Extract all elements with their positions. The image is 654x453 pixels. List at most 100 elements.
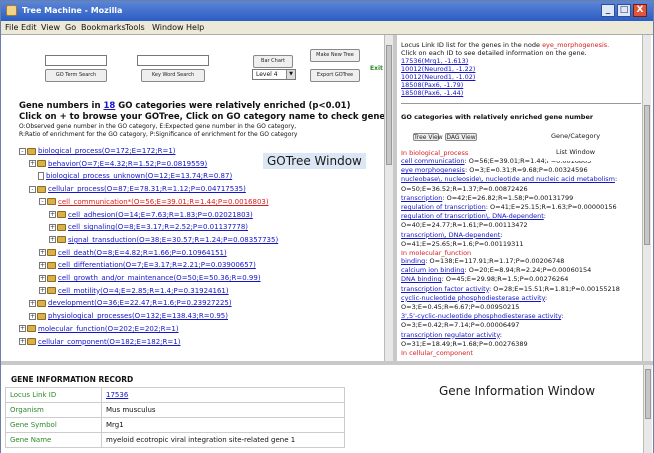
go-category-link[interactable]: cell_growth_and/or_maintenance(O=50;E=50… xyxy=(58,274,261,282)
expand-icon[interactable]: + xyxy=(19,325,26,333)
go-term-input[interactable] xyxy=(45,55,107,66)
menu-tools[interactable]: Tools xyxy=(125,23,145,32)
scrollbar-thumb[interactable] xyxy=(645,369,651,419)
category-link[interactable]: 3',5'-cyclic-nucleotide phosphodiesteras… xyxy=(401,312,561,320)
gene-info-scrollbar[interactable] xyxy=(643,365,652,453)
tree-node[interactable]: + cell_motility(O=4;E=2.85;R=1.4;P=0.3192… xyxy=(39,287,229,296)
menu-go[interactable]: Go xyxy=(65,23,76,32)
expand-icon[interactable]: + xyxy=(29,299,36,307)
tree-node[interactable]: + signal_transduction(O=38;E=30.57;R=1.24… xyxy=(49,236,278,245)
close-button[interactable]: X xyxy=(633,4,647,17)
scrollbar-thumb[interactable] xyxy=(644,105,650,245)
category-count-link[interactable]: 18 xyxy=(103,101,115,111)
tree-node[interactable]: - cellular_process(O=87;E=78.31;R=1.12;P=… xyxy=(29,185,246,194)
expand-icon[interactable]: + xyxy=(39,274,46,282)
bar-chart-button[interactable]: Bar Chart xyxy=(253,55,293,68)
tree-node[interactable]: + cell_death(O=8;E=4.82;R=1.66;P=0.109641… xyxy=(39,249,227,258)
exit-link[interactable]: Exit xyxy=(370,65,383,72)
category-link[interactable]: eye morphogenesis xyxy=(401,166,465,174)
collapse-icon[interactable]: - xyxy=(19,147,26,155)
gotree-scrollbar[interactable] xyxy=(384,35,393,361)
menu-edit[interactable]: Edit xyxy=(21,23,37,32)
go-category-link[interactable]: signal_transduction(O=38;E=30.57;R=1.24;… xyxy=(68,236,278,244)
tree-node[interactable]: - biological_process(O=172;E=172;R=1) xyxy=(19,147,176,156)
category-link[interactable]: nucleobase\, nucleoside\, nucleotide and… xyxy=(401,175,615,183)
category-link[interactable]: regulation of transcription\, DNA-depend… xyxy=(401,212,544,220)
tree-node[interactable]: + cell_adhesion(O=14;E=7.63;R=1.83;P=0.02… xyxy=(49,211,253,220)
expand-icon[interactable]: + xyxy=(29,160,36,168)
go-category-link[interactable]: behavior(O=7;E=4.32;R=1.52;P=0.0819559) xyxy=(48,160,207,168)
go-category-link[interactable]: cellular_process(O=87;E=78.31;R=1.12;P=0… xyxy=(48,185,246,193)
category-link[interactable]: calcium ion binding xyxy=(401,266,464,274)
category-link[interactable]: cyclic-nucleotide phosphodiesterase acti… xyxy=(401,294,545,302)
menu-view[interactable]: View xyxy=(41,23,60,32)
category-link[interactable]: regulation of transcription xyxy=(401,203,486,211)
category-link[interactable]: transcription factor activity xyxy=(401,285,489,293)
maximize-button[interactable]: □ xyxy=(617,4,631,17)
category-link[interactable]: DNA binding xyxy=(401,275,442,283)
folder-icon xyxy=(57,223,66,231)
category-link[interactable]: cell communication xyxy=(401,157,465,165)
tree-node[interactable]: + cellular_component(O=182;E=182;R=1) xyxy=(19,338,180,347)
go-category-link[interactable]: cell_differentiation(O=7;E=3.17;R=2.21;P… xyxy=(58,261,256,269)
gene-info-row: Gene Name myeloid ecotropic viral integra… xyxy=(5,432,345,448)
go-category-link[interactable]: development(O=36;E=22.47;R=1.6;P=0.23927… xyxy=(48,299,232,307)
gene-id-link[interactable]: 18508(Pax6, -1.44) xyxy=(401,89,463,97)
level-select[interactable]: Level 4 ▼ xyxy=(252,69,296,80)
go-category-link[interactable]: cell_adhesion(O=14;E=7.63;R=1.83;P=0.020… xyxy=(68,211,253,219)
expand-icon[interactable]: + xyxy=(49,236,56,244)
gene-id-link[interactable]: 10012(Neurod1, -1.02) xyxy=(401,73,475,81)
go-category-link[interactable]: cell_motility(O=4;E=2.85;R=1.4;P=0.31924… xyxy=(58,287,229,295)
tree-node[interactable]: + cell_growth_and/or_maintenance(O=50;E=5… xyxy=(39,274,261,283)
collapse-icon[interactable]: - xyxy=(29,185,36,193)
keyword-input[interactable] xyxy=(137,55,209,66)
make-new-tree-button[interactable]: Make New Tree xyxy=(310,49,360,62)
tree-node[interactable]: + cell_signaling(O=8;E=3.17;R=2.52;P=0.01… xyxy=(49,223,248,232)
menu-help[interactable]: Help xyxy=(186,23,204,32)
go-category-link[interactable]: biological_process_unknown(O=12;E=13.74;… xyxy=(46,172,232,180)
node-intro: Locus Link ID list for the genes in the … xyxy=(401,41,609,49)
category-link[interactable]: transcription regulator activity xyxy=(401,331,500,339)
scrollbar-thumb[interactable] xyxy=(386,45,392,165)
dag-view-button[interactable]: DAG View xyxy=(445,133,477,141)
tree-node[interactable]: - cell_communication*(O=56;E=39.01;R=1.44… xyxy=(39,198,269,207)
go-category-link[interactable]: cellular_component(O=182;E=182;R=1) xyxy=(38,338,180,346)
expand-icon[interactable]: + xyxy=(39,261,46,269)
gene-id-link[interactable]: 10012(Neurod1, -1.22) xyxy=(401,65,475,73)
expand-icon[interactable]: + xyxy=(19,338,26,345)
tree-node[interactable]: + cell_differentiation(O=7;E=3.17;R=2.21;… xyxy=(39,261,256,270)
export-gotree-button[interactable]: Export GOTree xyxy=(310,69,360,82)
collapse-icon[interactable]: - xyxy=(39,198,46,206)
expand-icon[interactable]: + xyxy=(49,211,56,218)
tree-node[interactable]: + development(O=36;E=22.47;R=1.6;P=0.2392… xyxy=(29,299,232,308)
category-link[interactable]: transcription\, DNA-dependent xyxy=(401,231,500,239)
expand-icon[interactable]: + xyxy=(39,249,46,257)
expand-icon[interactable]: + xyxy=(29,312,36,320)
go-category-link[interactable]: biological_process(O=172;E=172;R=1) xyxy=(38,147,176,155)
gene-category-scrollbar[interactable] xyxy=(642,35,651,361)
gene-id-link[interactable]: 18508(Pax6, -1.79) xyxy=(401,81,463,89)
tree-node[interactable]: + molecular_function(O=202;E=202;R=1) xyxy=(19,325,179,334)
menu-bookmarks[interactable]: Bookmarks xyxy=(81,23,126,32)
menu-file[interactable]: File xyxy=(5,23,18,32)
menu-window[interactable]: Window xyxy=(152,23,184,32)
category-link[interactable]: binding xyxy=(401,257,425,265)
go-category-link[interactable]: cell_death(O=8;E=4.82;R=1.66;P=0.1096415… xyxy=(58,249,227,257)
gene-info-value[interactable]: 17536 xyxy=(101,387,345,403)
tree-node[interactable]: + physiological_processes(O=132;E=138.43;… xyxy=(29,312,228,321)
go-category-link[interactable]: physiological_processes(O=132;E=138.43;R… xyxy=(48,312,228,320)
go-category-link[interactable]: cell_communication*(O=56;E=39.01;R=1.44;… xyxy=(58,198,269,206)
tree-node[interactable]: biological_process_unknown(O=12;E=13.74;… xyxy=(29,172,232,181)
gene-id-link[interactable]: 17536(Mrg1, -1.613) xyxy=(401,57,468,65)
expand-icon[interactable]: + xyxy=(39,287,46,295)
category-stats: O=41;E=25.65;R=1.6;P=0.00119311 xyxy=(401,239,524,248)
minimize-button[interactable]: _ xyxy=(601,4,615,17)
go-category-link[interactable]: cell_signaling(O=8;E=3.17;R=2.52;P=0.011… xyxy=(68,223,248,231)
expand-icon[interactable]: + xyxy=(49,223,56,231)
tree-node[interactable]: + behavior(O=7;E=4.32;R=1.52;P=0.0819559) xyxy=(29,160,207,169)
keyword-search-button[interactable]: Key Word Search xyxy=(141,69,205,82)
category-link[interactable]: transcription xyxy=(401,194,442,202)
tree-view-button[interactable]: Tree View xyxy=(413,133,443,141)
go-term-search-button[interactable]: GO Term Search xyxy=(45,69,107,82)
go-category-link[interactable]: molecular_function(O=202;E=202;R=1) xyxy=(38,325,179,333)
